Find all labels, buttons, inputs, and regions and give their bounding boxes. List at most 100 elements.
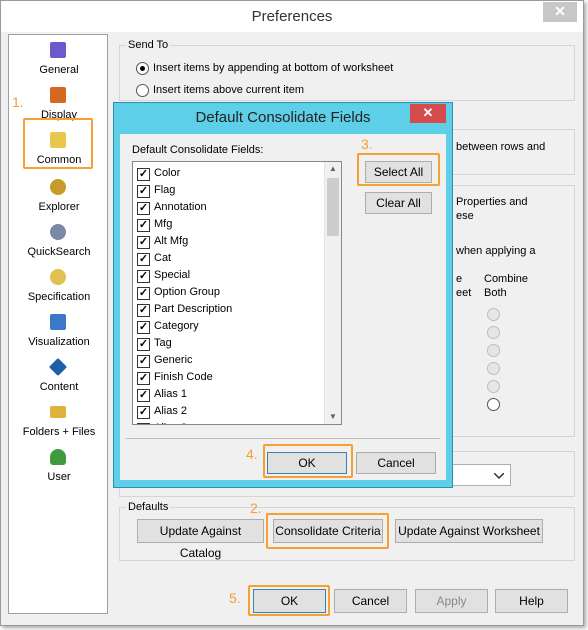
field-checkbox[interactable]: ✓	[137, 423, 150, 424]
field-checkbox[interactable]: ✓	[137, 202, 150, 215]
list-item[interactable]: ✓ Part Description	[137, 302, 327, 319]
update-against-catalog-button[interactable]: Update Against Catalog	[137, 519, 264, 560]
field-checkbox[interactable]: ✓	[137, 253, 150, 266]
list-item[interactable]: ✓ Alias 1	[137, 387, 327, 404]
field-checkbox[interactable]: ✓	[137, 287, 150, 300]
field-checkbox[interactable]: ✓	[137, 372, 150, 385]
list-item[interactable]: ✓ Cat	[137, 251, 327, 268]
field-label: Alias 1	[154, 388, 188, 400]
ese-text: ese	[456, 210, 474, 222]
list-item[interactable]: ✓ Generic	[137, 353, 327, 370]
list-item[interactable]: ✓ Special	[137, 268, 327, 285]
step-3-label: 3.	[361, 136, 373, 152]
field-checkbox[interactable]: ✓	[137, 389, 150, 402]
field-checkbox[interactable]: ✓	[137, 355, 150, 368]
send-to-group: Send To Insert items by appending at bot…	[119, 39, 575, 101]
apply-button[interactable]: Apply	[415, 589, 488, 613]
sidebar-item-visualization[interactable]: Visualization	[9, 310, 109, 355]
fields-listbox[interactable]: ✓ Color ✓ Flag ✓ Annotation ✓ Mfg ✓ Alt Mfg ✓ Cat ✓ S…	[132, 161, 342, 425]
list-item[interactable]: ✓ Mfg	[137, 217, 327, 234]
column-e-text: e	[456, 273, 463, 285]
list-scrollbar[interactable]: ▲ ▼	[324, 162, 341, 424]
sidebar-item-explorer[interactable]: Explorer	[9, 175, 109, 220]
window-close-button[interactable]: ✕	[543, 2, 577, 22]
field-checkbox[interactable]: ✓	[137, 219, 150, 232]
sidebar-item-user[interactable]: User	[9, 445, 109, 490]
sidebar-item-label: Specification	[27, 291, 91, 303]
dialog-title: Default Consolidate Fields	[195, 109, 371, 126]
field-checkbox[interactable]: ✓	[137, 338, 150, 351]
field-label: Alias 2	[154, 405, 188, 417]
insert-above-radio[interactable]	[136, 84, 149, 97]
list-item[interactable]: ✓ Alias 2	[137, 404, 327, 421]
field-checkbox[interactable]: ✓	[137, 185, 150, 198]
field-label: Category	[154, 320, 199, 332]
append-bottom-label: Insert items by appending at bottom of w…	[153, 62, 394, 74]
field-checkbox[interactable]: ✓	[137, 236, 150, 249]
field-label: Flag	[154, 184, 176, 196]
sidebar-item-label: Content	[39, 381, 79, 393]
list-item[interactable]: ✓ Flag	[137, 183, 327, 200]
field-checkbox[interactable]: ✓	[137, 270, 150, 283]
field-label: Part Description	[154, 303, 233, 315]
defaults-label: Defaults	[126, 501, 171, 513]
field-checkbox[interactable]: ✓	[137, 168, 150, 181]
list-item[interactable]: ✓ Color	[137, 166, 327, 183]
scroll-down-icon[interactable]: ▼	[325, 410, 341, 424]
field-label: Color	[154, 167, 181, 179]
cancel-button[interactable]: Cancel	[334, 589, 407, 613]
when-applying-text: when applying a	[456, 245, 536, 257]
combine-radio-2[interactable]	[487, 326, 500, 339]
step-5-label: 5.	[229, 590, 241, 606]
sidebar-item-label: Explorer	[38, 201, 80, 213]
append-bottom-radio[interactable]	[136, 62, 149, 75]
field-label: Option Group	[154, 286, 221, 298]
scroll-thumb[interactable]	[327, 178, 339, 236]
field-checkbox[interactable]: ✓	[137, 321, 150, 334]
help-button[interactable]: Help	[495, 589, 568, 613]
content-icon	[48, 357, 68, 377]
field-label: Cat	[154, 252, 172, 264]
sidebar-item-content[interactable]: Content	[9, 355, 109, 400]
sidebar-item-general[interactable]: General	[9, 38, 109, 83]
field-label: Tag	[154, 337, 172, 349]
sidebar-item-specification[interactable]: Specification	[9, 265, 109, 310]
folders-icon	[50, 406, 66, 418]
dialog-cancel-button[interactable]: Cancel	[356, 452, 436, 474]
chevron-down-icon	[494, 473, 504, 479]
insert-above-label: Insert items above current item	[153, 84, 305, 96]
list-item[interactable]: ✓ Finish Code	[137, 370, 327, 387]
scroll-up-icon[interactable]: ▲	[325, 162, 341, 176]
highlight-select-all	[357, 153, 440, 186]
clear-all-button[interactable]: Clear All	[365, 192, 432, 214]
list-item[interactable]: ✓ Option Group	[137, 285, 327, 302]
list-item[interactable]: ✓ Alt Mfg	[137, 234, 327, 251]
combine-radio-6[interactable]	[487, 398, 500, 411]
list-item[interactable]: ✓ Alias 3	[137, 421, 327, 424]
combine-header: Combine	[484, 273, 529, 285]
combine-radio-3[interactable]	[487, 344, 500, 357]
field-checkbox[interactable]: ✓	[137, 304, 150, 317]
general-icon	[50, 42, 66, 58]
field-label: Special	[154, 269, 191, 281]
field-checkbox[interactable]: ✓	[137, 406, 150, 419]
highlight-dialog-ok	[263, 444, 353, 478]
combine-radio-5[interactable]	[487, 380, 500, 393]
explorer-icon	[50, 179, 66, 195]
step-2-label: 2.	[250, 500, 262, 516]
update-against-worksheet-button[interactable]: Update Against Worksheet	[395, 519, 543, 543]
list-item[interactable]: ✓ Category	[137, 319, 327, 336]
step-4-label: 4.	[246, 446, 258, 462]
list-item[interactable]: ✓ Annotation	[137, 200, 327, 217]
sidebar-item-label: User	[47, 471, 71, 483]
visualization-icon	[50, 314, 66, 330]
combine-radio-4[interactable]	[487, 362, 500, 375]
combine-radio-1[interactable]	[487, 308, 500, 321]
dialog-close-button[interactable]: ✕	[410, 104, 446, 123]
list-item[interactable]: ✓ Tag	[137, 336, 327, 353]
field-label: Mfg	[154, 218, 173, 230]
sidebar-item-quicksearch[interactable]: QuickSearch	[9, 220, 109, 265]
fields-list-label: Default Consolidate Fields:	[132, 144, 264, 156]
sidebar-item-folders-files[interactable]: Folders + Files	[9, 400, 109, 445]
sidebar-item-label: General	[39, 64, 79, 76]
